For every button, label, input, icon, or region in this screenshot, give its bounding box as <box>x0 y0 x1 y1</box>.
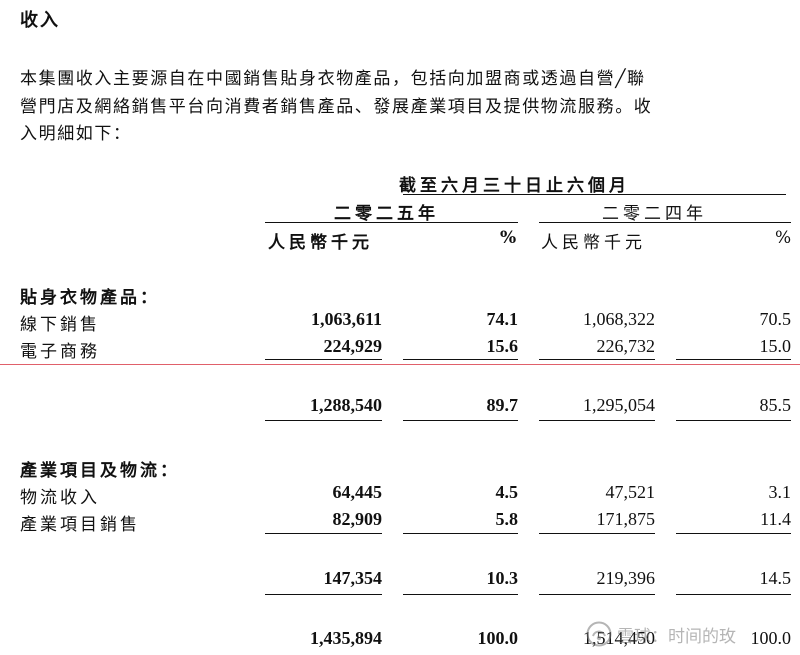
cell-ecommerce-2025-pct: 15.6 <box>486 336 519 356</box>
rule-industrial-subtotal-2024-pct <box>676 594 791 595</box>
section-title-industrial-logistics: 產業項目及物流： <box>20 461 180 481</box>
rule-apparel-subtotal-2025-pct <box>403 420 518 421</box>
year-2025-underline <box>265 222 518 223</box>
rule-industrial-subtotal-2025-rmb <box>265 594 382 595</box>
rule-industrial-subtotal-2024-rmb <box>539 594 655 595</box>
rule-industrial-2024-pct <box>676 533 791 534</box>
cell-apparel-subtotal-2024-rmb: 1,295,054 <box>583 395 655 415</box>
rule-apparel-subtotal-2024-rmb <box>539 420 655 421</box>
cell-apparel-subtotal-2024-pct: 85.5 <box>759 395 792 415</box>
rule-industrial-2025-pct <box>403 533 518 534</box>
rule-industrial-2024-rmb <box>539 533 655 534</box>
cell-industrial-2025-pct: 5.8 <box>495 509 519 529</box>
rule-industrial-2025-rmb <box>265 533 382 534</box>
row-label-logistics-income: 物流收入 <box>20 488 100 508</box>
row-label-ecommerce: 電子商務 <box>20 342 100 362</box>
cell-logistics-2024-pct: 3.1 <box>768 482 792 502</box>
rule-industrial-subtotal-2025-pct <box>403 594 518 595</box>
section-heading: 收入 <box>20 10 60 31</box>
cell-industrial-subtotal-2025-rmb: 147,354 <box>323 568 383 588</box>
watermark: 雪球：时间的玫 <box>586 618 736 650</box>
cell-industrial-2024-pct: 11.4 <box>760 509 791 529</box>
cell-total-2025-pct: 100.0 <box>477 628 519 648</box>
rmb-header-2025: 人民幣千元 <box>268 233 373 253</box>
cell-offline-2025-rmb: 1,063,611 <box>310 309 382 329</box>
intro-paragraph-line-2: 營門店及網絡銷售平台向消費者銷售產品、發展產業項目及提供物流服務。收 <box>20 97 653 117</box>
rule-apparel-subtotal-2024-pct <box>676 420 791 421</box>
cell-industrial-subtotal-2025-pct: 10.3 <box>486 568 519 588</box>
row-label-offline-sales: 線下銷售 <box>20 315 100 335</box>
cell-logistics-2025-rmb: 64,445 <box>332 482 383 502</box>
intro-paragraph-line-1: 本集團收入主要源自在中國銷售貼身衣物產品，包括向加盟商或透過自營╱聯 <box>20 69 646 89</box>
cell-offline-2024-rmb: 1,068,322 <box>583 309 655 329</box>
year-2024-underline <box>539 222 791 223</box>
period-header: 截至六月三十日止六個月 <box>399 176 630 196</box>
cell-apparel-subtotal-2025-pct: 89.7 <box>486 395 519 415</box>
intro-paragraph-line-3: 入明細如下： <box>20 124 132 144</box>
cell-apparel-subtotal-2025-rmb: 1,288,540 <box>310 395 382 415</box>
rule-apparel-subtotal-2025-rmb <box>265 420 382 421</box>
snowball-logo-icon <box>586 621 612 647</box>
section-title-apparel: 貼身衣物產品： <box>20 288 160 308</box>
cell-total-2025-rmb: 1,435,894 <box>310 628 382 648</box>
cell-ecommerce-2025-rmb: 224,929 <box>323 336 383 356</box>
cell-total-2024-pct: 100.0 <box>750 628 792 648</box>
cell-industrial-2025-rmb: 82,909 <box>332 509 383 529</box>
cell-industrial-subtotal-2024-pct: 14.5 <box>759 568 792 588</box>
cell-logistics-2025-pct: 4.5 <box>495 482 519 502</box>
period-underline <box>403 194 786 195</box>
cell-logistics-2024-rmb: 47,521 <box>605 482 656 502</box>
rule-apparel-2024-pct <box>676 359 791 360</box>
rule-apparel-2024-rmb <box>539 359 655 360</box>
highlight-divider <box>0 364 800 365</box>
pct-header-2024: % <box>775 228 796 248</box>
rule-apparel-2025-rmb <box>265 359 382 360</box>
cell-industrial-subtotal-2024-rmb: 219,396 <box>596 568 656 588</box>
rmb-header-2024: 人民幣千元 <box>541 233 646 253</box>
cell-ecommerce-2024-rmb: 226,732 <box>596 336 656 356</box>
row-label-industrial-project-sales: 產業項目銷售 <box>20 515 140 535</box>
pct-header-2025: % <box>500 228 521 248</box>
watermark-text: 雪球：时间的玫 <box>617 626 736 647</box>
cell-ecommerce-2024-pct: 15.0 <box>759 336 792 356</box>
year-2024-header: 二零二四年 <box>602 204 707 224</box>
rule-apparel-2025-pct <box>403 359 518 360</box>
cell-industrial-2024-rmb: 171,875 <box>596 509 656 529</box>
year-2025-header: 二零二五年 <box>334 204 439 224</box>
cell-offline-2025-pct: 74.1 <box>486 309 519 329</box>
cell-offline-2024-pct: 70.5 <box>759 309 792 329</box>
